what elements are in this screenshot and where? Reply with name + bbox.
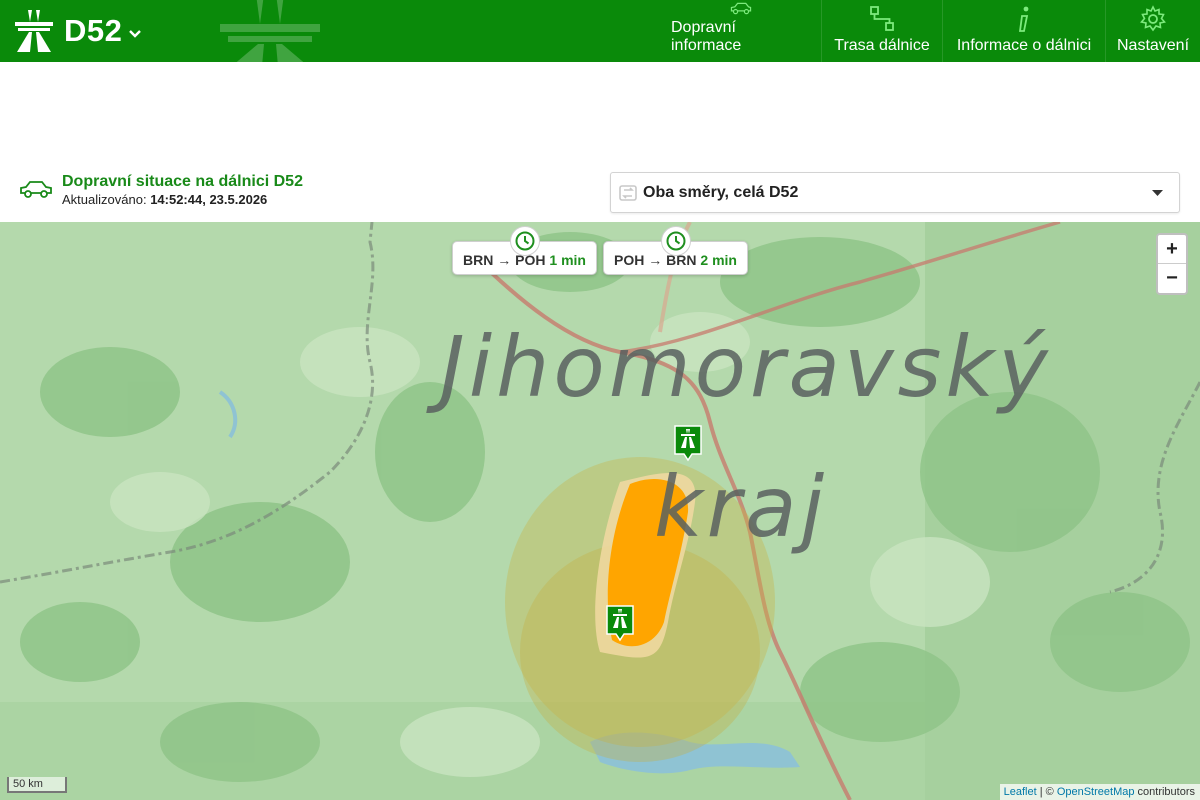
- last-updated-label: Aktualizováno:: [62, 192, 147, 207]
- leaflet-link[interactable]: Leaflet: [1004, 786, 1037, 798]
- nav-highway-info[interactable]: Informace o dálnici: [942, 0, 1105, 62]
- info-icon: [1018, 6, 1029, 32]
- chevron-down-icon[interactable]: [128, 27, 142, 41]
- attribution-suffix: contributors: [1134, 786, 1195, 798]
- map-attribution: Leaflet | © OpenStreetMap contributors: [999, 784, 1200, 800]
- travel-from: BRN: [463, 252, 494, 268]
- osm-link[interactable]: OpenStreetMap: [1057, 786, 1135, 798]
- map-tiles: [0, 222, 1200, 800]
- highway-logo-icon: [15, 10, 53, 52]
- region-label: kraj: [654, 458, 828, 556]
- direction-select-value: Oba směry, celá D52: [643, 184, 799, 201]
- highway-marker[interactable]: [673, 424, 703, 462]
- highway-watermark-icon: [220, 0, 320, 62]
- travel-duration: 1 min: [549, 252, 586, 268]
- clock-icon: [515, 231, 534, 251]
- both-directions-icon: [619, 185, 637, 201]
- travel-arrow: →: [648, 252, 663, 268]
- nav-highway-route[interactable]: Trasa dálnice: [821, 0, 942, 62]
- traffic-status-title: Dopravní situace na dálnici D52: [62, 173, 303, 190]
- traffic-map[interactable]: Jihomoravský kraj BRN → POH 1 min POH → …: [0, 222, 1200, 800]
- map-scale: 50 km: [7, 777, 67, 793]
- top-bar: D52 Dopravní informace Trasa dálnice Inf…: [0, 0, 1200, 62]
- highway-selector[interactable]: D52: [14, 10, 142, 52]
- nav-label: Informace o dálnici: [956, 37, 1092, 54]
- highway-marker[interactable]: [605, 604, 635, 642]
- car-icon: [730, 2, 751, 15]
- travel-time-brn-poh[interactable]: BRN → POH 1 min: [452, 226, 597, 275]
- nav-label: Nastavení: [1116, 37, 1190, 54]
- zoom-out-button[interactable]: −: [1158, 264, 1186, 293]
- nav-label: Trasa dálnice: [834, 37, 930, 54]
- travel-duration: 2 min: [700, 252, 737, 268]
- nav-traffic-info[interactable]: Dopravní informace: [660, 0, 821, 62]
- route-icon: [870, 6, 894, 31]
- zoom-control: + −: [1156, 233, 1188, 295]
- highway-marker-icon: [674, 425, 702, 462]
- clock-icon: [666, 231, 685, 251]
- travel-arrow: →: [497, 252, 512, 268]
- clock-icon-wrap: [660, 226, 691, 256]
- gear-icon: [1140, 5, 1166, 32]
- last-updated-value: 14:52:44, 23.5.2026: [150, 192, 268, 207]
- travel-time-poh-brn[interactable]: POH → BRN 2 min: [603, 226, 748, 275]
- direction-select[interactable]: Oba směry, celá D52: [610, 172, 1180, 213]
- traffic-status-row: Dopravní situace na dálnici D52 Aktualiz…: [0, 162, 1200, 222]
- highway-marker-icon: [606, 605, 634, 642]
- zoom-in-button[interactable]: +: [1158, 235, 1186, 264]
- last-updated: Aktualizováno: 14:52:44, 23.5.2026: [62, 192, 267, 207]
- region-label: Jihomoravský: [440, 318, 1052, 416]
- car-icon: [20, 181, 52, 198]
- highway-title[interactable]: D52: [64, 13, 122, 49]
- main-nav: Dopravní informace Trasa dálnice Informa…: [660, 0, 1200, 62]
- caret-down-icon: [1152, 190, 1163, 196]
- travel-from: POH: [614, 252, 645, 268]
- attribution-separator: | ©: [1036, 786, 1057, 798]
- clock-icon-wrap: [509, 226, 540, 256]
- nav-settings[interactable]: Nastavení: [1105, 0, 1200, 62]
- nav-label: Dopravní informace: [671, 19, 742, 54]
